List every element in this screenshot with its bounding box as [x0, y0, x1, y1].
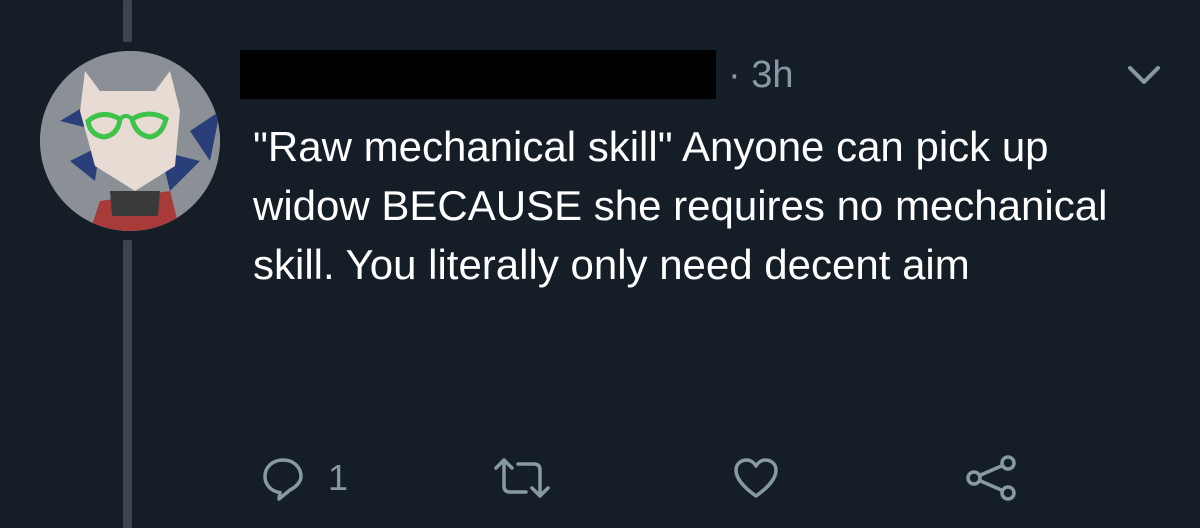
thread-line-top — [123, 0, 132, 42]
reply-count: 1 — [328, 457, 349, 498]
tweet-timestamp[interactable]: · 3h — [728, 53, 793, 97]
avatar[interactable] — [40, 51, 220, 231]
share-button[interactable] — [964, 452, 1020, 504]
reply-icon — [260, 455, 306, 501]
reply-button[interactable]: 1 — [260, 452, 348, 504]
share-icon — [964, 454, 1020, 502]
like-button[interactable] — [732, 452, 780, 504]
redacted-username — [240, 50, 716, 99]
tweet-text: "Raw mechanical skill" Anyone can pick u… — [253, 123, 1108, 288]
chevron-down-icon[interactable] — [1124, 62, 1164, 90]
retweet-button[interactable] — [492, 452, 552, 504]
retweet-icon — [492, 456, 552, 500]
thread-line-bottom — [123, 240, 132, 528]
heart-icon — [732, 456, 780, 500]
avatar-image — [40, 51, 220, 231]
